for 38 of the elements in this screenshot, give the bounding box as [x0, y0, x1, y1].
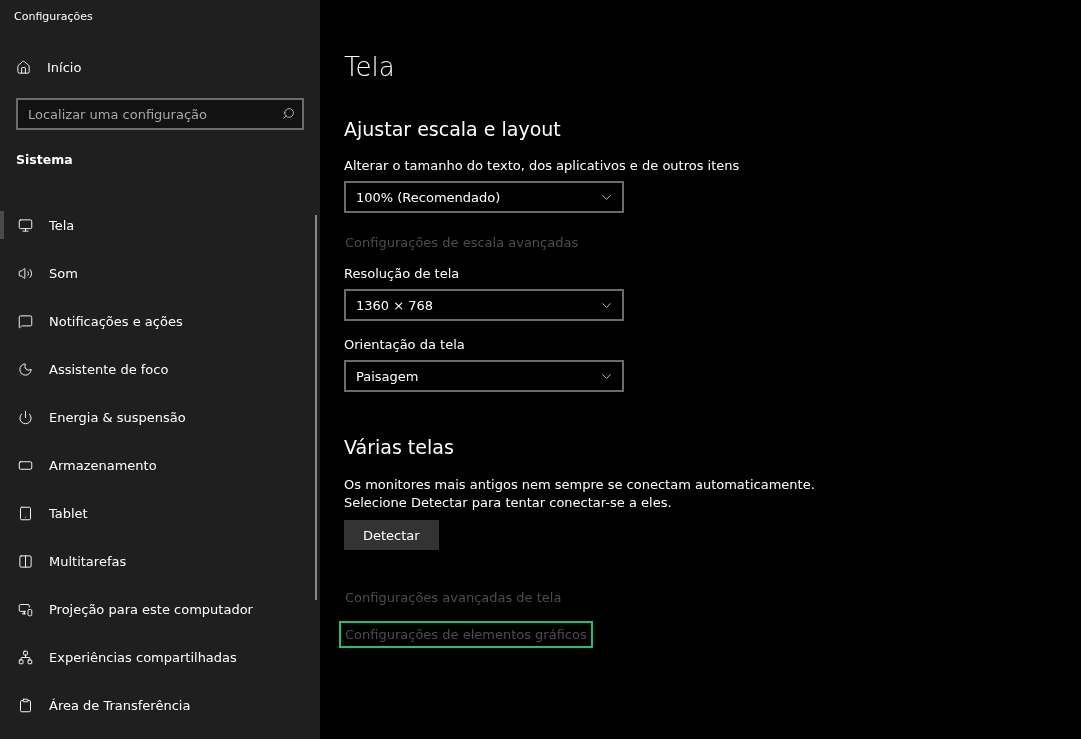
power-icon: [18, 409, 33, 425]
columns-icon: [18, 553, 33, 569]
detect-button[interactable]: Detectar: [344, 520, 439, 550]
clipboard-icon: [18, 697, 33, 713]
speech-bubble-icon: [18, 313, 33, 329]
nav-item[interactable]: Notificações e ações: [0, 297, 320, 345]
search-field[interactable]: Localizar uma configuração: [16, 98, 304, 130]
monitor-icon: [18, 217, 33, 233]
dropdown[interactable]: Paisagem: [344, 360, 624, 392]
devices-icon: [18, 601, 33, 617]
field-label: Resolução de tela: [344, 266, 461, 281]
nav-item[interactable]: Armazenamento: [0, 441, 320, 489]
nav-item[interactable]: Multitarefas: [0, 537, 320, 585]
section-heading: Sistema: [15, 152, 74, 167]
section-heading: Várias telas: [344, 436, 455, 458]
network-icon: [18, 649, 33, 665]
section-heading: Ajustar escala e layout: [344, 118, 562, 140]
nav-item[interactable]: Assistente de foco: [0, 345, 320, 393]
dropdown[interactable]: 100% (Recomendado): [344, 181, 624, 213]
home-icon: [16, 59, 31, 75]
nav-item[interactable]: Som: [0, 249, 320, 297]
search-icon: [282, 107, 295, 120]
home-nav-item[interactable]: Início: [0, 44, 320, 90]
nav-item[interactable]: Projeção para este computador: [0, 585, 320, 633]
window-title: Configurações: [13, 9, 94, 25]
field-label: Alterar o tamanho do texto, dos aplicativos e de outros itens: [344, 158, 741, 173]
dropdown[interactable]: 1360 × 768: [344, 289, 624, 321]
selection-indicator: [0, 211, 4, 239]
tablet-icon: [18, 505, 33, 521]
nav-item[interactable]: Experiências compartilhadas: [0, 633, 320, 681]
nav-item[interactable]: Tablet: [0, 489, 320, 537]
field-label: Orientação da tela: [344, 337, 466, 352]
moon-icon: [18, 361, 33, 377]
page-title: Tela: [344, 52, 396, 82]
nav-item[interactable]: Energia & suspensão: [0, 393, 320, 441]
nav-item[interactable]: Área de Transferência: [0, 681, 320, 729]
speaker-icon: [18, 265, 33, 281]
description-text: Os monitores mais antigos nem sempre se conectam automaticamente. Selecione Detectar para tentar conectar-se a eles.: [344, 476, 816, 512]
